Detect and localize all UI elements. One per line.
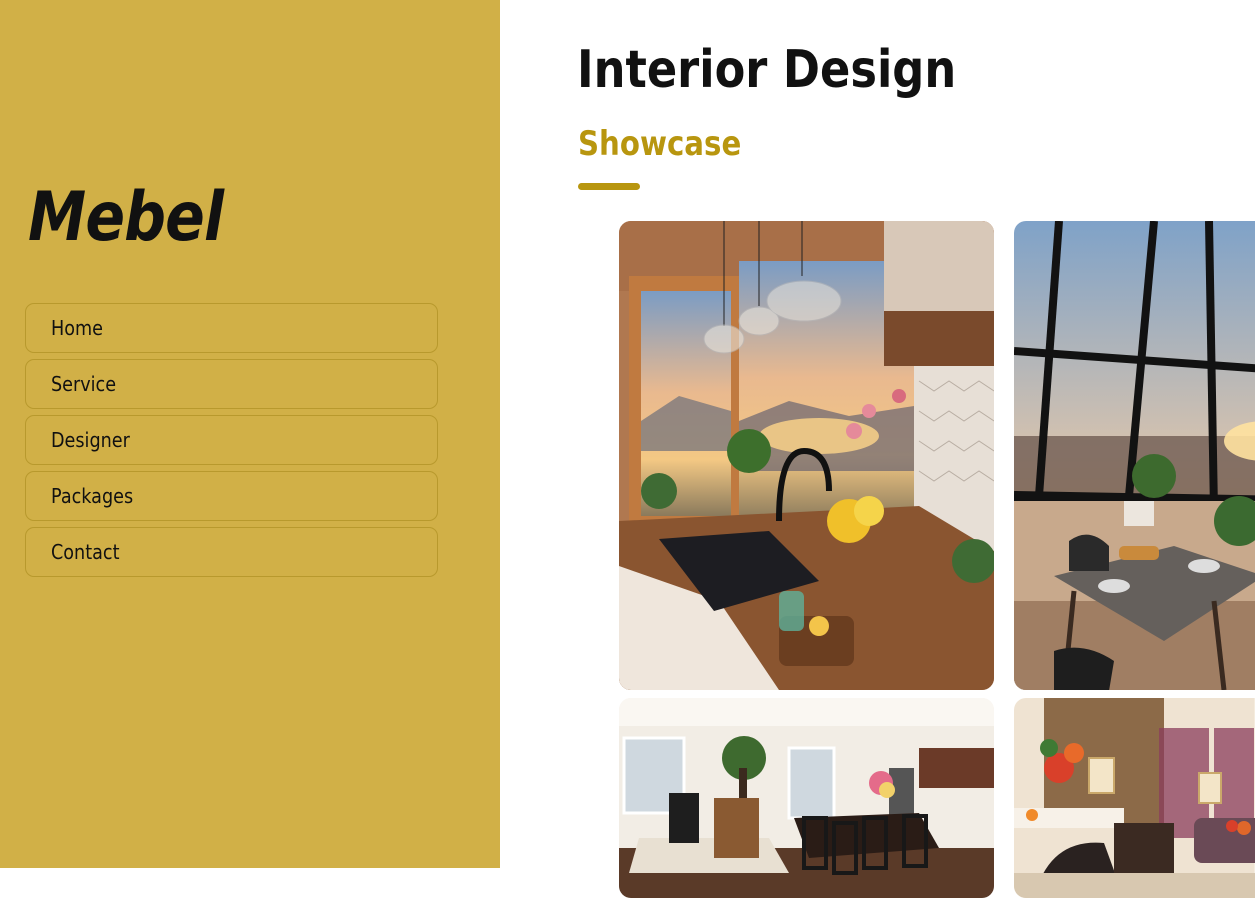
kitchen-sunset-photo bbox=[619, 221, 994, 690]
gallery-image-dining-window[interactable] bbox=[1014, 221, 1255, 690]
nav-item-label: Home bbox=[51, 316, 103, 340]
nav-item-label: Packages bbox=[51, 484, 134, 508]
brand-logo[interactable]: Mebel bbox=[28, 178, 224, 257]
nav-item-home[interactable]: Home bbox=[25, 303, 438, 353]
main-nav: Home Service Designer Packages Contact bbox=[25, 303, 438, 583]
nav-item-label: Service bbox=[51, 372, 117, 396]
gallery-image-kitchen[interactable] bbox=[619, 221, 994, 690]
gallery-image-living-room[interactable] bbox=[1014, 698, 1255, 898]
dining-window-sunset-photo bbox=[1014, 221, 1255, 690]
nav-item-packages[interactable]: Packages bbox=[25, 471, 438, 521]
nav-item-label: Designer bbox=[51, 428, 130, 452]
nav-item-designer[interactable]: Designer bbox=[25, 415, 438, 465]
open-plan-dining-photo bbox=[619, 698, 994, 898]
nav-item-label: Contact bbox=[51, 540, 120, 564]
title-underline-divider bbox=[578, 183, 640, 190]
section-subtitle: Showcase bbox=[578, 124, 742, 164]
nav-item-contact[interactable]: Contact bbox=[25, 527, 438, 577]
nav-item-service[interactable]: Service bbox=[25, 359, 438, 409]
living-room-flowers-photo bbox=[1014, 698, 1255, 898]
page-title: Interior Design bbox=[577, 40, 957, 100]
sidebar: Mebel Home Service Designer Packages Con… bbox=[0, 0, 500, 868]
gallery-image-open-plan[interactable] bbox=[619, 698, 994, 898]
